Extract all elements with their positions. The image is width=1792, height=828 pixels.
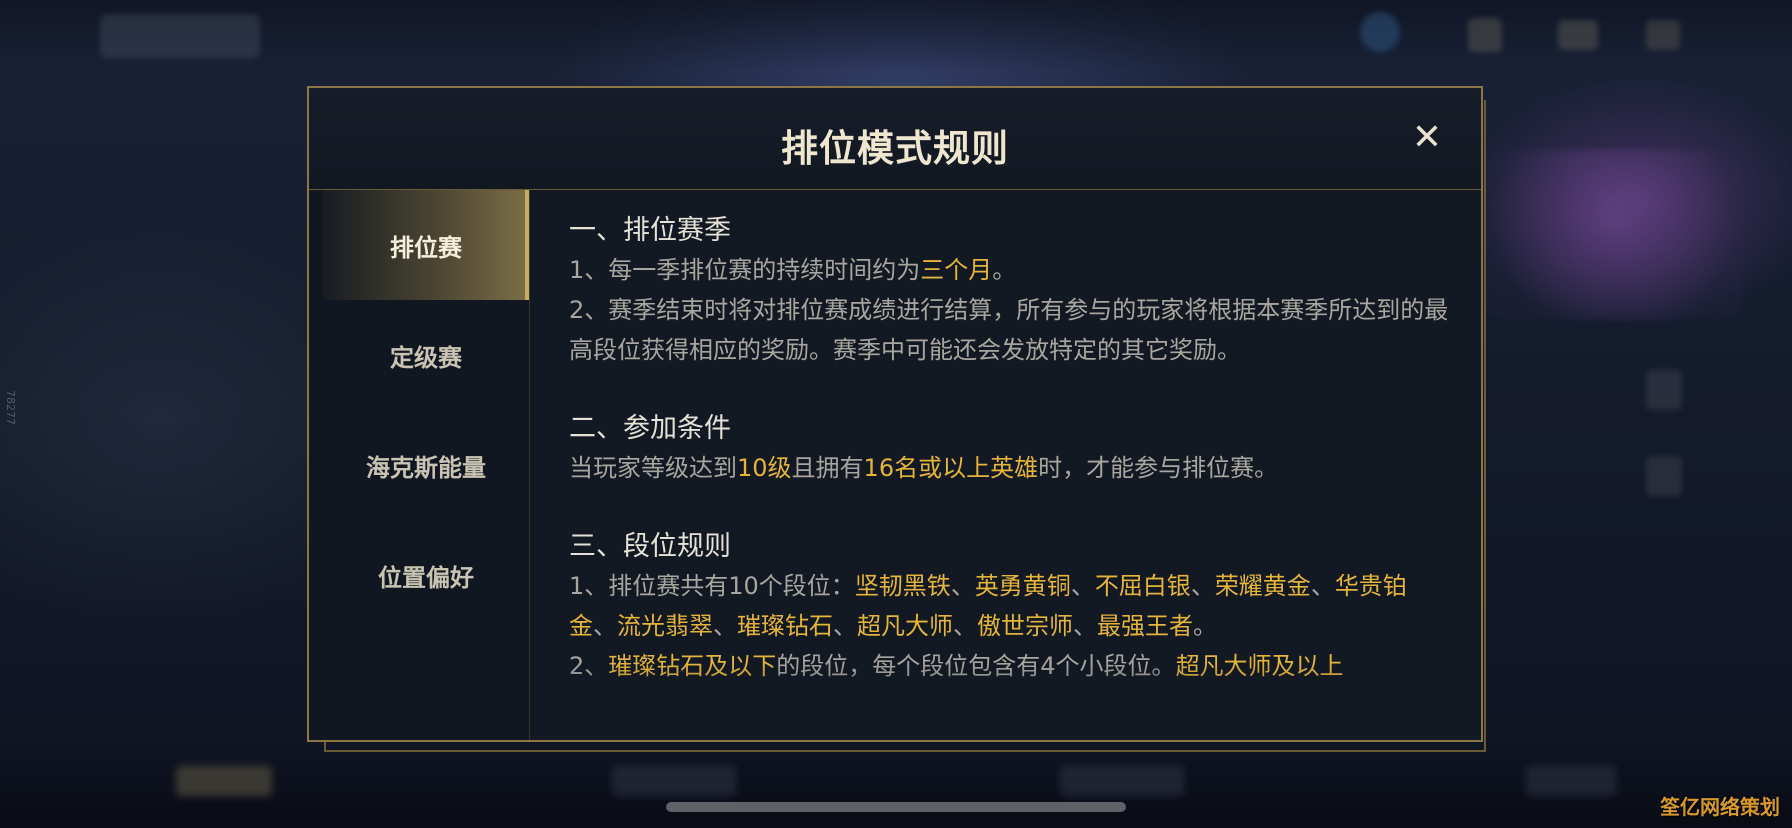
text: 2、 <box>569 652 609 680</box>
separator: 、 <box>713 612 737 640</box>
paragraph: 1、每一季排位赛的持续时间约为三个月。 <box>569 250 1449 290</box>
tab-placement-label: 定级赛 <box>390 343 462 372</box>
separator: 、 <box>950 572 975 600</box>
tab-position-preference[interactable]: 位置偏好 <box>323 520 529 630</box>
highlight-text: 10级 <box>737 454 792 482</box>
section-conditions: 二、参加条件 当玩家等级达到10级且拥有16名或以上英雄时，才能参与排位赛。 <box>569 410 1449 488</box>
rules-modal: 排位模式规则 ✕ 排位赛 定级赛 海克斯能量 位置偏好 一、排位赛季 1、每一季… <box>307 86 1483 742</box>
modal-header: 排位模式规则 ✕ <box>309 88 1481 190</box>
highlight-text: 三个月 <box>920 256 993 284</box>
side-code-text: 78277 <box>4 390 17 425</box>
rank-name: 英勇黄铜 <box>974 572 1071 600</box>
background-side-icon-1 <box>1646 370 1682 410</box>
text: 1、每一季排位赛的持续时间约为 <box>569 256 921 284</box>
active-tab-indicator <box>525 190 529 300</box>
text: 且拥有 <box>791 454 864 482</box>
text: 1、排位赛共有10个段位： <box>569 572 855 600</box>
background-top-bar <box>0 0 1792 70</box>
text: 的段位，每个段位包含有4个小段位。 <box>776 652 1176 680</box>
tab-ranked-label: 排位赛 <box>390 233 462 262</box>
tab-placement[interactable]: 定级赛 <box>323 300 529 410</box>
tab-hextech-energy[interactable]: 海克斯能量 <box>323 410 529 520</box>
paragraph-ranks: 1、排位赛共有10个段位：坚韧黑铁、英勇黄铜、不屈白银、荣耀黄金、华贵铂金、流光… <box>569 566 1449 646</box>
rules-content[interactable]: 一、排位赛季 1、每一季排位赛的持续时间约为三个月。 2、赛季结束时将对排位赛成… <box>569 212 1449 732</box>
rank-name: 不屈白银 <box>1094 572 1191 600</box>
rank-name: 璀璨钻石 <box>737 612 833 640</box>
paragraph: 当玩家等级达到10级且拥有16名或以上英雄时，才能参与排位赛。 <box>569 448 1449 488</box>
separator: 、 <box>1070 572 1095 600</box>
section-title: 二、参加条件 <box>569 413 731 444</box>
rank-name: 最强王者 <box>1097 612 1193 640</box>
separator: 、 <box>1310 572 1335 600</box>
text: 时，才能参与排位赛。 <box>1038 454 1279 482</box>
tab-ranked[interactable]: 排位赛 <box>323 190 529 300</box>
section-season: 一、排位赛季 1、每一季排位赛的持续时间约为三个月。 2、赛季结束时将对排位赛成… <box>569 212 1449 370</box>
tab-hextech-energy-label: 海克斯能量 <box>366 453 486 482</box>
rank-name: 坚韧黑铁 <box>854 572 951 600</box>
text: 当玩家等级达到 <box>569 454 737 482</box>
separator: 、 <box>593 612 617 640</box>
background-side-icon-2 <box>1646 456 1682 496</box>
highlight-text: 璀璨钻石及以下 <box>608 652 777 680</box>
text: 。 <box>1193 612 1217 640</box>
home-indicator[interactable] <box>666 802 1126 812</box>
background-icon-2 <box>1558 20 1598 50</box>
background-bottom-tab-4 <box>1526 766 1616 796</box>
separator: 、 <box>1073 612 1097 640</box>
game-screen: 78277 排位模式规则 ✕ 排位赛 定级赛 海克斯能量 位置偏好 一、排位赛季… <box>0 0 1792 828</box>
text: 。 <box>992 256 1017 284</box>
background-logo <box>100 14 260 58</box>
separator: 、 <box>1190 572 1215 600</box>
modal-title: 排位模式规则 <box>781 127 1009 170</box>
paragraph: 2、璀璨钻石及以下的段位，每个段位包含有4个小段位。超凡大师及以上 <box>569 646 1449 686</box>
section-tier-rules: 三、段位规则 1、排位赛共有10个段位：坚韧黑铁、英勇黄铜、不屈白银、荣耀黄金、… <box>569 528 1449 686</box>
rules-sidebar: 排位赛 定级赛 海克斯能量 位置偏好 <box>309 190 530 740</box>
paragraph: 2、赛季结束时将对排位赛成绩进行结算，所有参与的玩家将根据本赛季所达到的最高段位… <box>569 296 1449 364</box>
rank-name: 傲世宗师 <box>977 612 1073 640</box>
separator: 、 <box>953 612 977 640</box>
separator: 、 <box>833 612 857 640</box>
close-icon[interactable]: ✕ <box>1407 118 1447 158</box>
background-bottom-tab-3 <box>1060 766 1184 796</box>
background-currency-icon <box>1360 12 1400 52</box>
background-icon-3 <box>1646 20 1680 50</box>
background-bottom-tab-1 <box>176 766 272 796</box>
section-title: 一、排位赛季 <box>569 215 731 246</box>
section-title: 三、段位规则 <box>569 531 731 562</box>
rank-name: 荣耀黄金 <box>1214 572 1311 600</box>
tab-position-preference-label: 位置偏好 <box>378 563 474 592</box>
watermark: 筌亿网络策划 <box>1660 795 1780 819</box>
background-bottom-tab-2 <box>612 766 736 796</box>
rank-name: 流光翡翠 <box>617 612 713 640</box>
background-icon-1 <box>1468 18 1502 52</box>
rank-name: 超凡大师 <box>857 612 953 640</box>
highlight-text: 超凡大师及以上 <box>1175 652 1344 680</box>
background-champion-art <box>1484 150 1744 320</box>
highlight-text: 16名或以上英雄 <box>863 454 1039 482</box>
